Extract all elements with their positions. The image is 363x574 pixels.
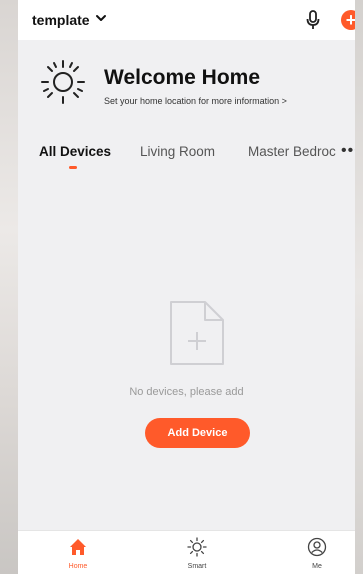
add-device-button[interactable]: Add Device bbox=[145, 418, 250, 448]
background-edge-left bbox=[0, 0, 18, 574]
more-tabs-button[interactable]: ••• bbox=[341, 142, 355, 160]
nav-me[interactable]: Me bbox=[287, 531, 347, 574]
welcome-title: Welcome Home bbox=[104, 66, 260, 89]
add-document-icon bbox=[167, 298, 227, 373]
bottom-navigation: Home Smart Me bbox=[18, 530, 355, 574]
nav-me-label: Me bbox=[312, 563, 322, 570]
home-selector[interactable]: template bbox=[32, 12, 90, 28]
app-screen: template + Welcome Home Set your home lo… bbox=[18, 0, 355, 574]
room-tabs: All Devices Living Room Master Bedroc ••… bbox=[18, 142, 355, 174]
background-edge-right bbox=[355, 0, 363, 574]
set-location-link[interactable]: Set your home location for more informat… bbox=[104, 96, 287, 106]
nav-smart[interactable]: Smart bbox=[167, 531, 227, 574]
user-icon bbox=[307, 537, 327, 557]
microphone-icon[interactable] bbox=[306, 9, 320, 36]
tab-all-devices[interactable]: All Devices bbox=[39, 144, 111, 159]
active-tab-indicator bbox=[69, 166, 77, 169]
top-bar: template + bbox=[18, 0, 355, 40]
nav-smart-label: Smart bbox=[187, 563, 207, 570]
sun-icon bbox=[38, 57, 88, 112]
nav-home-label: Home bbox=[68, 563, 88, 570]
home-icon bbox=[70, 539, 86, 555]
tab-master-bedroom[interactable]: Master Bedroc bbox=[248, 144, 336, 159]
empty-state-message: No devices, please add bbox=[129, 386, 244, 398]
nav-home[interactable]: Home bbox=[48, 531, 108, 574]
tab-living-room[interactable]: Living Room bbox=[140, 144, 215, 159]
sun-outline-icon bbox=[187, 537, 207, 557]
chevron-down-icon[interactable] bbox=[95, 11, 107, 30]
add-button[interactable]: + bbox=[341, 10, 355, 30]
